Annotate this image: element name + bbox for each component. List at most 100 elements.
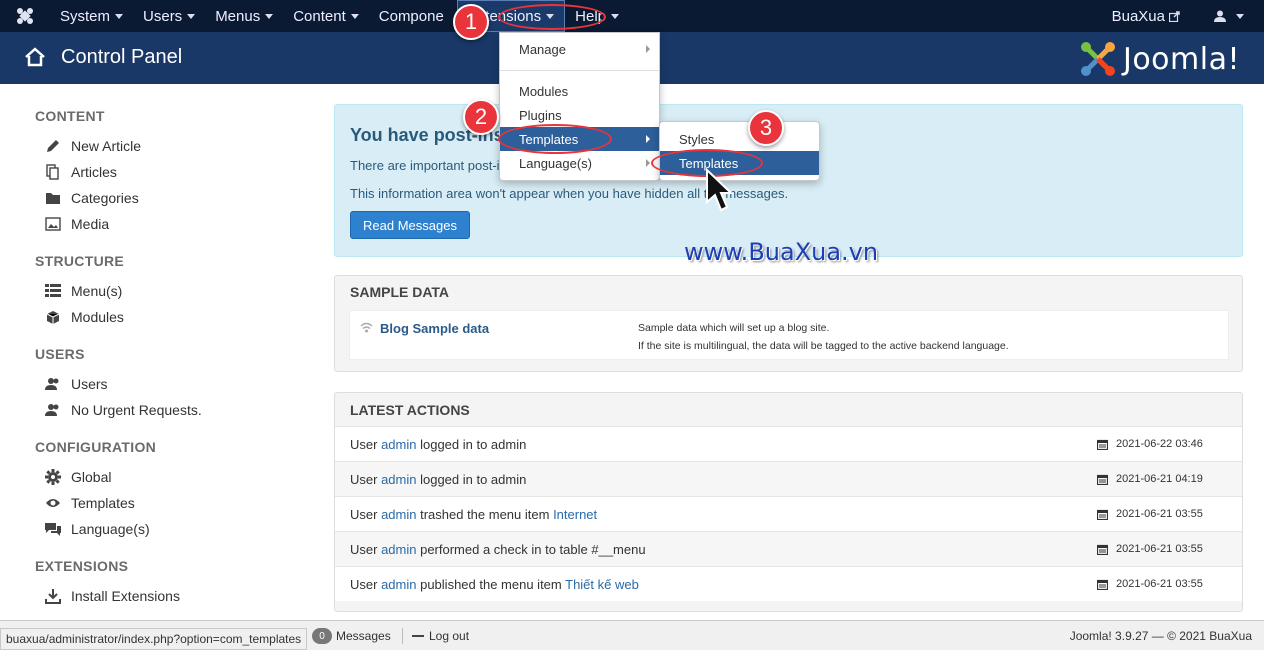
calendar-icon	[1097, 544, 1108, 555]
menu-divider	[500, 70, 659, 71]
sidebar-item-install-extensions[interactable]: Install Extensions	[44, 586, 180, 606]
sample-data-desc-1: Sample data which will set up a blog sit…	[638, 322, 830, 334]
sidebar-heading-configuration: CONFIGURATION	[35, 439, 157, 455]
home-icon	[25, 47, 45, 67]
action-text: User admin trashed the menu item Interne…	[350, 507, 597, 522]
action-date-label: 2021-06-21 03:55	[1116, 508, 1203, 520]
submenu-item-styles[interactable]: Styles	[660, 127, 819, 151]
action-user-link[interactable]: admin	[381, 577, 416, 592]
chevron-down-icon	[611, 13, 619, 19]
sidebar-item-label: Categories	[71, 190, 139, 206]
annotation-ring-2	[498, 124, 612, 154]
sidebar-item-global[interactable]: Global	[44, 467, 111, 487]
action-date: 2021-06-22 03:46	[1097, 438, 1203, 450]
nav-users[interactable]: Users	[133, 0, 205, 32]
action-user-link[interactable]: admin	[381, 542, 416, 557]
site-link-label: BuaXua	[1111, 7, 1165, 25]
wifi-icon	[360, 322, 373, 333]
latest-actions-panel: LATEST ACTIONS User admin logged in to a…	[334, 392, 1243, 612]
copy-icon	[44, 164, 62, 180]
action-user-link[interactable]: admin	[381, 507, 416, 522]
sample-data-heading: SAMPLE DATA	[350, 284, 450, 300]
step-badge-1: 1	[453, 4, 489, 40]
sidebar-item-modules[interactable]: Modules	[44, 307, 124, 327]
nav-menus[interactable]: Menus	[205, 0, 283, 32]
site-link[interactable]: BuaXua	[1102, 0, 1204, 32]
sidebar-item-categories[interactable]: Categories	[44, 188, 139, 208]
user-menu[interactable]	[1204, 0, 1264, 32]
action-user-link[interactable]: admin	[381, 437, 416, 452]
sidebar-item-articles[interactable]: Articles	[44, 162, 117, 182]
table-row: User admin logged in to admin 2021-06-21 …	[335, 461, 1242, 496]
sidebar-item-label: Media	[71, 216, 110, 232]
step-badge-2: 2	[463, 99, 499, 135]
action-date: 2021-06-21 03:55	[1097, 508, 1203, 520]
sidebar-item-languages[interactable]: Language(s)	[44, 519, 150, 539]
logout-label: Log out	[429, 629, 470, 643]
chevron-right-icon	[646, 135, 650, 143]
menu-item-manage[interactable]: Manage	[500, 37, 659, 61]
read-messages-button[interactable]: Read Messages	[350, 211, 470, 239]
nav-content-label: Content	[293, 7, 346, 25]
action-text: User admin logged in to admin	[350, 437, 526, 452]
sidebar-item-label: No Urgent Requests.	[71, 402, 202, 418]
action-description: trashed the menu item	[416, 506, 554, 522]
blog-sample-data-link[interactable]: Blog Sample data	[380, 321, 489, 336]
menu-item-languages[interactable]: Language(s)	[500, 151, 659, 175]
logout-link[interactable]: Log out	[412, 629, 469, 643]
action-prefix: User	[350, 436, 382, 452]
action-item-link[interactable]: Thiết kế web	[565, 577, 639, 592]
sidebar-item-templates[interactable]: Templates	[44, 493, 135, 513]
sidebar-item-requests[interactable]: No Urgent Requests.	[44, 400, 202, 420]
sidebar-item-users[interactable]: Users	[44, 374, 108, 394]
calendar-icon	[1097, 439, 1108, 450]
pencil-icon	[44, 138, 62, 154]
nav-system[interactable]: System	[50, 0, 133, 32]
table-row: User admin performed a check in to table…	[335, 531, 1242, 566]
sidebar-item-label: New Article	[71, 138, 142, 154]
chevron-down-icon	[265, 13, 274, 19]
top-navbar: System Users Menus Content Compone Exten…	[0, 0, 1264, 32]
menu-item-label: Language(s)	[519, 155, 592, 171]
chevron-down-icon	[1236, 13, 1244, 19]
folder-icon	[44, 190, 62, 206]
sidebar-item-label: Users	[71, 376, 108, 392]
footer-copyright: Joomla! 3.9.27 — © 2021 BuaXua	[1069, 629, 1252, 643]
status-divider	[402, 628, 403, 644]
action-text: User admin published the menu item Thiết…	[350, 577, 639, 592]
alert-line-2-end: messages.	[725, 186, 789, 201]
nav-system-label: System	[60, 7, 111, 25]
calendar-icon	[1097, 474, 1108, 485]
menu-item-modules[interactable]: Modules	[500, 79, 659, 103]
menu-item-label: Modules	[519, 83, 569, 99]
page-title: Control Panel	[61, 46, 183, 68]
gear-icon	[44, 469, 62, 485]
joomla-menu-icon[interactable]	[0, 0, 50, 32]
sidebar-item-menus[interactable]: Menu(s)	[44, 281, 122, 301]
sidebar-heading-extensions: EXTENSIONS	[35, 558, 129, 574]
action-item-link[interactable]: Internet	[553, 507, 597, 522]
action-text: User admin logged in to admin	[350, 472, 526, 487]
image-icon	[44, 216, 62, 232]
sample-data-panel: SAMPLE DATA Blog Sample data Sample data…	[334, 275, 1243, 372]
messages-link[interactable]: Messages	[336, 629, 391, 643]
nav-components[interactable]: Compone	[369, 0, 457, 32]
chevron-down-icon	[115, 13, 124, 19]
action-description: performed a check in to table #__menu	[416, 541, 646, 557]
menu-item-plugins[interactable]: Plugins	[500, 103, 659, 127]
url-tooltip: buaxua/administrator/index.php?option=co…	[0, 628, 308, 650]
users-icon	[44, 376, 62, 392]
joomla-logo: Joomla!	[1079, 40, 1240, 78]
action-description: published the menu item	[416, 576, 566, 592]
nav-right: BuaXua	[1102, 0, 1264, 32]
status-bar: 0 Messages Log out Joomla! 3.9.27 — © 20…	[0, 620, 1264, 650]
watermark: www.BuaXua.vn	[684, 238, 879, 266]
sidebar-item-new-article[interactable]: New Article	[44, 136, 141, 156]
nav-content[interactable]: Content	[283, 0, 369, 32]
action-user-link[interactable]: admin	[381, 472, 416, 487]
nav-users-label: Users	[143, 7, 183, 25]
mouse-cursor-icon	[706, 168, 733, 212]
eye-icon	[44, 495, 62, 511]
action-date: 2021-06-21 04:19	[1097, 473, 1203, 485]
sidebar-item-media[interactable]: Media	[44, 214, 109, 234]
